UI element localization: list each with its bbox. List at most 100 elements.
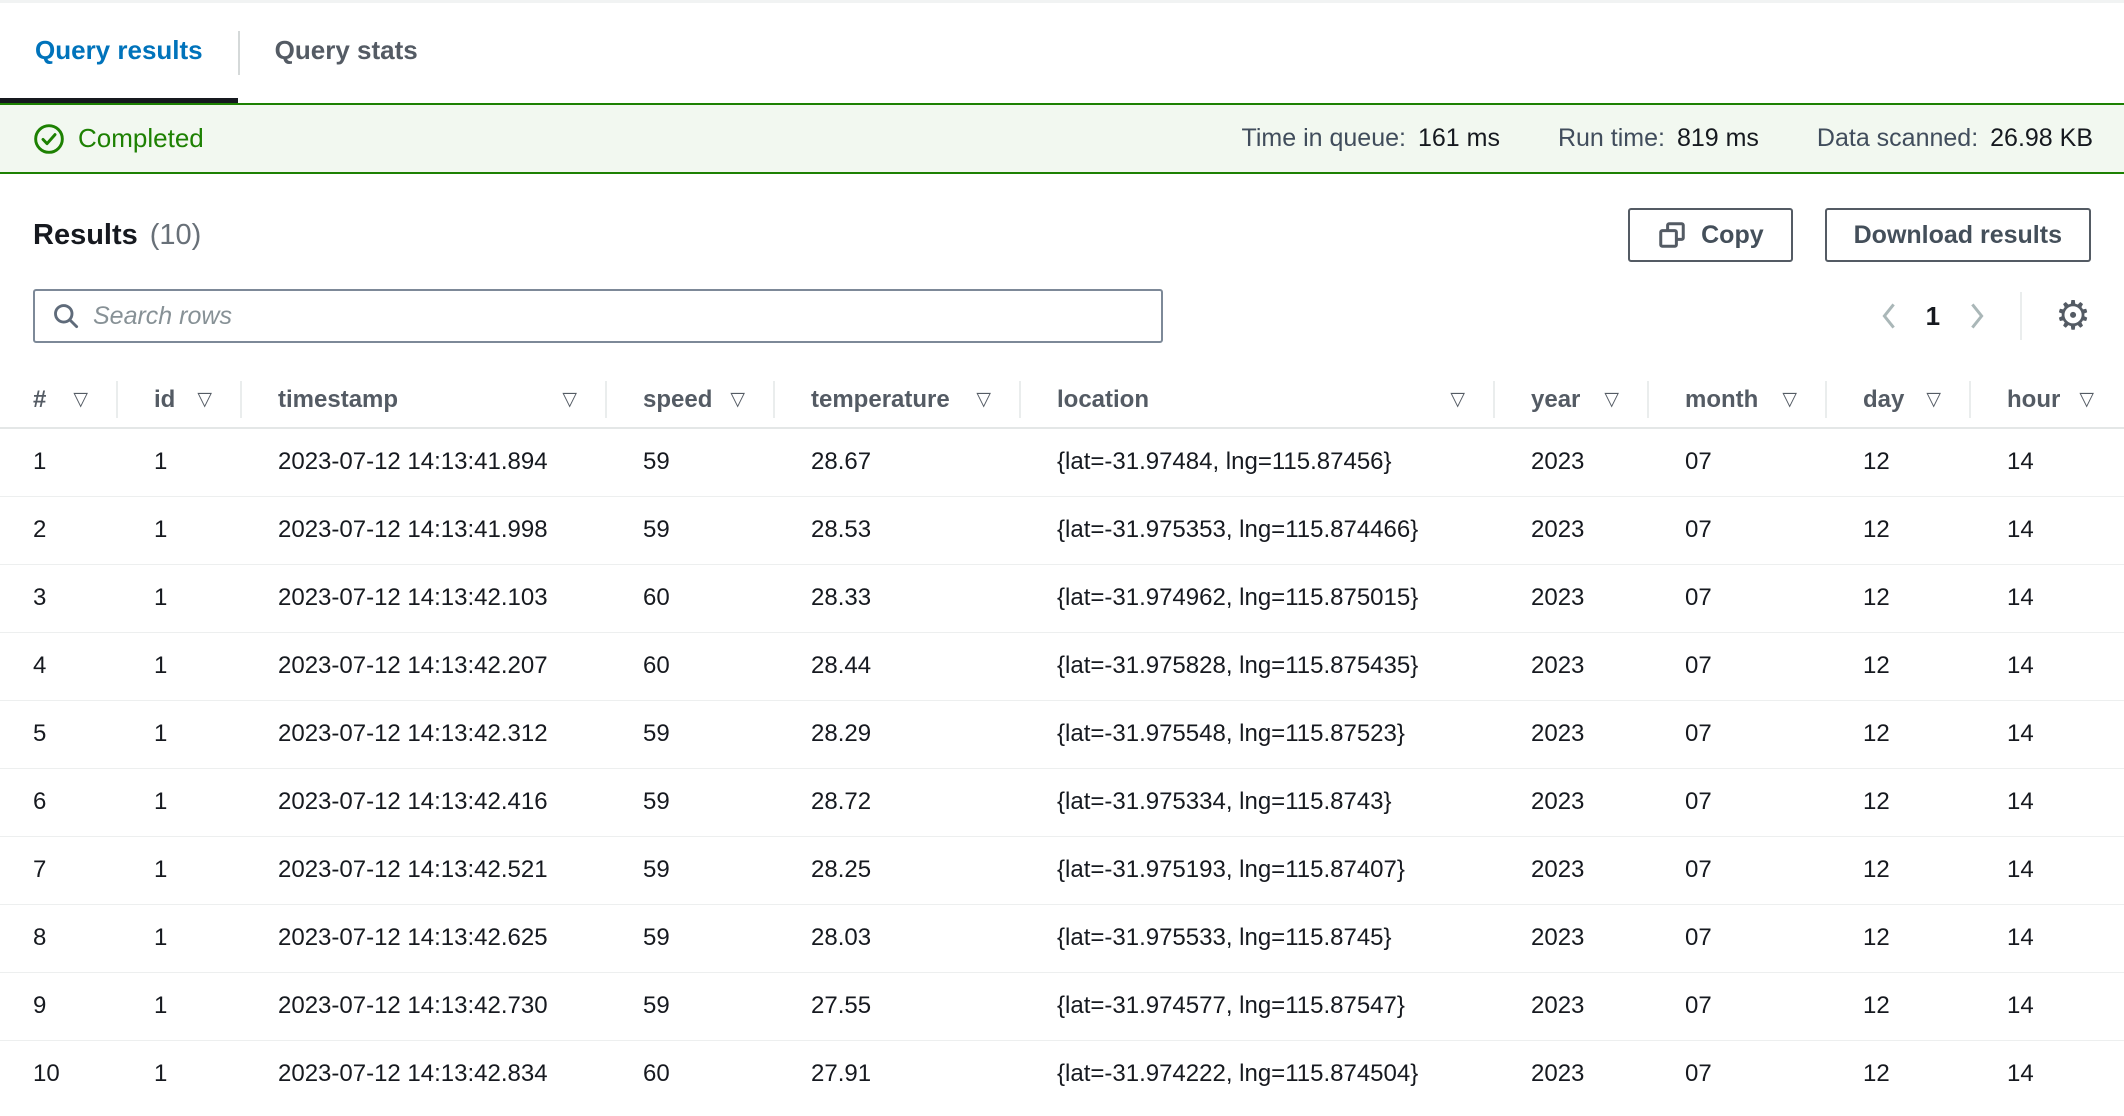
column-menu-icon[interactable]: ▽ (73, 390, 88, 409)
previous-page-button[interactable] (1879, 301, 1899, 331)
column-header-month[interactable]: month ▽ (1649, 372, 1827, 428)
copy-icon (1657, 220, 1687, 250)
table-row[interactable]: 512023-07-12 14:13:42.3125928.29{lat=-31… (0, 700, 2124, 768)
next-page-button[interactable] (1967, 301, 1987, 331)
column-menu-icon[interactable]: ▽ (562, 390, 577, 409)
table-cell: {lat=-31.974577, lng=115.87547} (1021, 972, 1495, 1040)
results-title-text: Results (33, 219, 138, 252)
column-header-id[interactable]: id▽ (118, 372, 242, 428)
current-page-number[interactable]: 1 (1926, 301, 1940, 332)
pagination: 1 ⚙ (1879, 292, 2091, 340)
table-cell: 14 (1971, 496, 2124, 564)
table-cell: 6 (0, 768, 118, 836)
table-row[interactable]: 812023-07-12 14:13:42.6255928.03{lat=-31… (0, 904, 2124, 972)
column-menu-icon[interactable]: ▽ (730, 390, 745, 409)
table-header-row: #▽id▽timestamp▽speed▽temperature▽locatio… (0, 372, 2124, 428)
table-cell: 28.53 (775, 496, 1021, 564)
table-cell: 07 (1649, 564, 1827, 632)
table-cell: {lat=-31.975334, lng=115.8743} (1021, 768, 1495, 836)
table-cell: 2023-07-12 14:13:42.625 (242, 904, 607, 972)
column-header-label: # (33, 386, 46, 414)
column-menu-icon[interactable]: ▽ (976, 390, 991, 409)
table-cell: 2023 (1495, 1040, 1649, 1108)
table-cell: 2023 (1495, 564, 1649, 632)
table-row[interactable]: 612023-07-12 14:13:42.4165928.72{lat=-31… (0, 768, 2124, 836)
table-row[interactable]: 412023-07-12 14:13:42.2076028.44{lat=-31… (0, 632, 2124, 700)
metric-label: Run time: (1558, 124, 1665, 153)
table-cell: 12 (1827, 1040, 1971, 1108)
banner-metrics: Time in queue:161 msRun time:819 msData … (1242, 124, 2093, 153)
table-cell: {lat=-31.97484, lng=115.87456} (1021, 428, 1495, 496)
column-menu-icon[interactable]: ▽ (1782, 390, 1797, 409)
column-header-row-number[interactable]: #▽ (0, 372, 118, 428)
table-cell: 14 (1971, 700, 2124, 768)
column-header-hour[interactable]: hour ▽ (1971, 372, 2124, 428)
column-header-label: temperature (811, 386, 950, 414)
table-cell: 14 (1971, 428, 2124, 496)
table-row[interactable]: 312023-07-12 14:13:42.1036028.33{lat=-31… (0, 564, 2124, 632)
column-menu-icon[interactable]: ▽ (1604, 390, 1619, 409)
column-header-label: hour (2007, 386, 2060, 414)
search-rows-box (33, 289, 1163, 343)
table-row[interactable]: 1012023-07-12 14:13:42.8346027.91{lat=-3… (0, 1040, 2124, 1108)
table-cell: {lat=-31.974222, lng=115.874504} (1021, 1040, 1495, 1108)
column-menu-icon[interactable]: ▽ (1450, 390, 1465, 409)
status-text: Completed (78, 123, 204, 154)
table-cell: 2023 (1495, 836, 1649, 904)
table-row[interactable]: 112023-07-12 14:13:41.8945928.67{lat=-31… (0, 428, 2124, 496)
banner-metric: Data scanned:26.98 KB (1817, 124, 2093, 153)
results-tabbar: Query results Query stats (0, 0, 2124, 103)
banner-metric: Time in queue:161 ms (1242, 124, 1500, 153)
table-row[interactable]: 212023-07-12 14:13:41.9985928.53{lat=-31… (0, 496, 2124, 564)
copy-button-label: Copy (1701, 221, 1764, 250)
search-rows-input[interactable] (93, 302, 1145, 331)
column-header-speed[interactable]: speed▽ (607, 372, 775, 428)
table-cell: 3 (0, 564, 118, 632)
column-header-label: timestamp (278, 386, 398, 414)
table-cell: 12 (1827, 700, 1971, 768)
table-row[interactable]: 912023-07-12 14:13:42.7305927.55{lat=-31… (0, 972, 2124, 1040)
table-cell: 59 (607, 836, 775, 904)
pagination-divider (2020, 292, 2022, 340)
table-cell: 14 (1971, 836, 2124, 904)
table-cell: 2023-07-12 14:13:42.312 (242, 700, 607, 768)
table-cell: 14 (1971, 768, 2124, 836)
column-header-timestamp[interactable]: timestamp ▽ (242, 372, 607, 428)
results-count: (10) (150, 219, 202, 252)
table-cell: 5 (0, 700, 118, 768)
table-cell: 59 (607, 496, 775, 564)
gear-icon: ⚙ (2055, 293, 2091, 339)
preferences-button[interactable]: ⚙ (2055, 296, 2091, 336)
table-cell: 07 (1649, 972, 1827, 1040)
tab-query-results[interactable]: Query results (0, 3, 238, 103)
column-header-location[interactable]: location▽ (1021, 372, 1495, 428)
table-cell: 2023 (1495, 428, 1649, 496)
table-row[interactable]: 712023-07-12 14:13:42.5215928.25{lat=-31… (0, 836, 2124, 904)
column-header-label: year (1531, 386, 1580, 414)
tab-query-stats-label: Query stats (275, 35, 418, 66)
column-menu-icon[interactable]: ▽ (1926, 390, 1941, 409)
download-results-button[interactable]: Download results (1825, 208, 2091, 262)
table-cell: 2023 (1495, 496, 1649, 564)
column-header-temperature[interactable]: temperature ▽ (775, 372, 1021, 428)
table-cell: 07 (1649, 768, 1827, 836)
column-header-day[interactable]: day ▽ (1827, 372, 1971, 428)
column-header-label: month (1685, 386, 1758, 414)
table-cell: 14 (1971, 564, 2124, 632)
table-cell: 1 (118, 768, 242, 836)
table-cell: 59 (607, 428, 775, 496)
table-cell: 1 (118, 904, 242, 972)
download-results-label: Download results (1854, 221, 2062, 250)
tab-query-stats[interactable]: Query stats (240, 3, 453, 103)
column-menu-icon[interactable]: ▽ (2079, 390, 2094, 409)
column-header-label: day (1863, 386, 1904, 414)
results-title: Results (10) (33, 219, 201, 252)
table-cell: 12 (1827, 836, 1971, 904)
column-menu-icon[interactable]: ▽ (197, 390, 212, 409)
table-cell: 8 (0, 904, 118, 972)
column-header-year[interactable]: year ▽ (1495, 372, 1649, 428)
copy-button[interactable]: Copy (1628, 208, 1793, 262)
table-cell: 2023-07-12 14:13:42.416 (242, 768, 607, 836)
table-cell: 1 (0, 428, 118, 496)
table-cell: {lat=-31.975548, lng=115.87523} (1021, 700, 1495, 768)
